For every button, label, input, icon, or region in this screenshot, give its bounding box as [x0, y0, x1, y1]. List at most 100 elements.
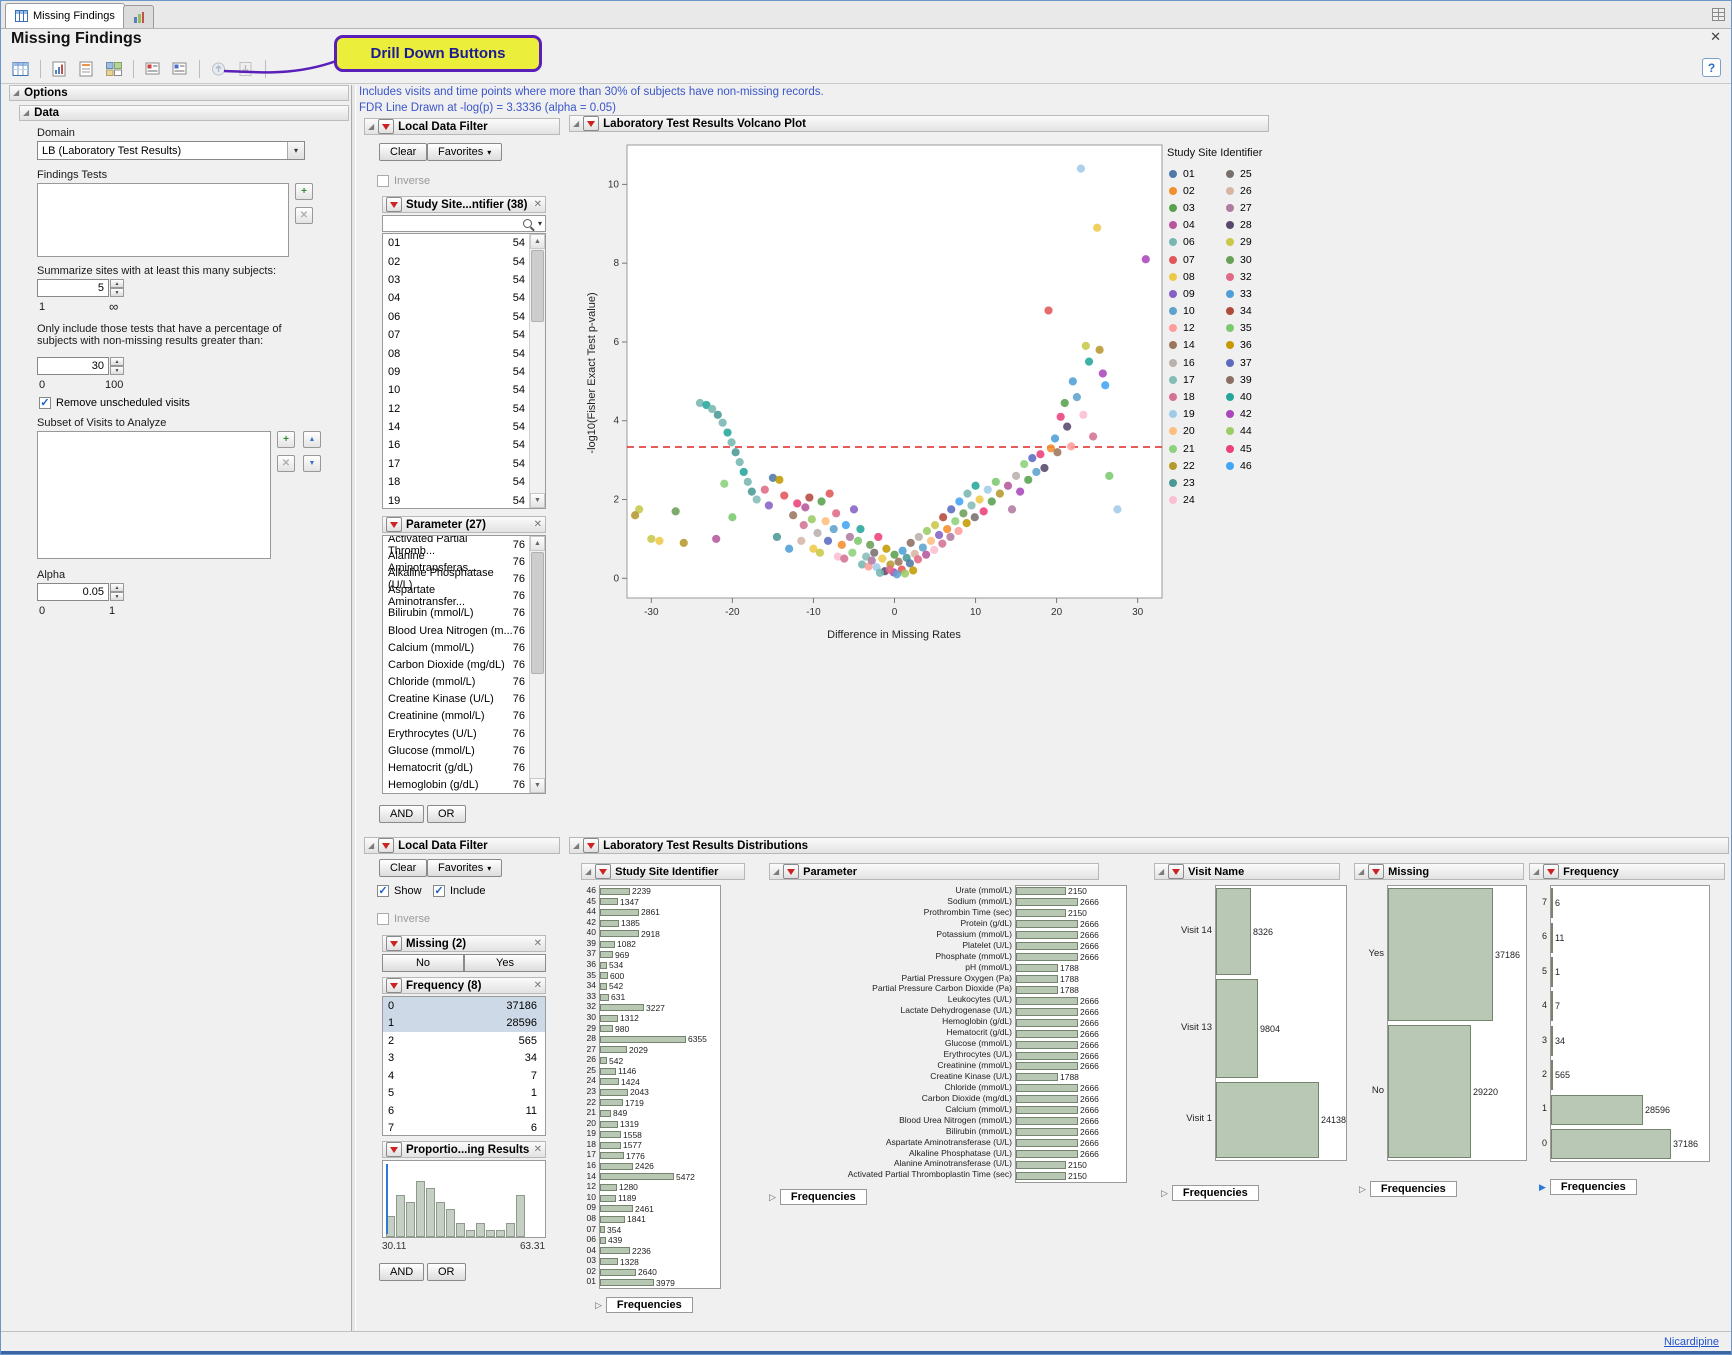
- dist-bar[interactable]: [1016, 953, 1078, 961]
- dist-bar[interactable]: [1016, 1128, 1078, 1136]
- dist-bar[interactable]: [1016, 1117, 1078, 1125]
- scatter-point[interactable]: [907, 539, 915, 547]
- dist-bar[interactable]: [1551, 923, 1553, 953]
- scatter-point[interactable]: [876, 569, 884, 577]
- scatter-point[interactable]: [971, 482, 979, 490]
- dist-bar[interactable]: [600, 983, 607, 990]
- filter-list-item[interactable]: 1654: [383, 436, 545, 454]
- dist-bar[interactable]: [1551, 957, 1553, 987]
- scatter-point[interactable]: [882, 545, 890, 553]
- scatter-point[interactable]: [1079, 411, 1087, 419]
- scroll-thumb[interactable]: [531, 552, 544, 674]
- histogram-bar[interactable]: [416, 1181, 425, 1237]
- scatter-point[interactable]: [800, 521, 808, 529]
- scroll-down-icon[interactable]: ▼: [530, 493, 545, 508]
- legend-item[interactable]: 09: [1169, 285, 1195, 302]
- dist-bar[interactable]: [600, 1184, 617, 1191]
- scatter-point[interactable]: [930, 546, 938, 554]
- percent-stepper[interactable]: 30 ▲▼: [37, 357, 124, 375]
- legend-item[interactable]: 26: [1226, 182, 1252, 199]
- scatter-point[interactable]: [714, 411, 722, 419]
- close-icon[interactable]: ✕: [1710, 29, 1721, 45]
- legend-item[interactable]: 45: [1226, 440, 1252, 457]
- dist-bar[interactable]: [1551, 991, 1553, 1021]
- scatter-point[interactable]: [723, 428, 731, 436]
- site-filter-group-header[interactable]: Study Site...ntifier (38) ✕: [382, 196, 546, 213]
- legend-item[interactable]: 10: [1169, 303, 1195, 320]
- red-triangle-menu-icon[interactable]: [1543, 864, 1559, 879]
- close-icon[interactable]: ✕: [534, 938, 542, 949]
- dist-bar[interactable]: [1551, 1129, 1671, 1159]
- dist-bar[interactable]: [1016, 1008, 1078, 1016]
- dist-bar[interactable]: [1016, 975, 1058, 983]
- spin-up-icon[interactable]: ▲: [110, 583, 124, 592]
- scatter-point[interactable]: [938, 540, 946, 548]
- legend-item[interactable]: 33: [1226, 285, 1252, 302]
- local-data-filter-2-header[interactable]: ◢ Local Data Filter: [364, 837, 560, 854]
- dist-bar[interactable]: [600, 920, 619, 927]
- scatter-point[interactable]: [808, 515, 816, 523]
- legend-item[interactable]: 29: [1226, 234, 1252, 251]
- dist-bar[interactable]: [1551, 1095, 1643, 1125]
- dist-bar[interactable]: [1016, 909, 1066, 917]
- scatter-point[interactable]: [976, 495, 984, 503]
- scatter-point[interactable]: [1101, 381, 1109, 389]
- scatter-point[interactable]: [963, 519, 971, 527]
- tab-chart[interactable]: [123, 5, 154, 28]
- legend-item[interactable]: 37: [1226, 354, 1252, 371]
- missing-no-button[interactable]: No: [382, 954, 464, 972]
- legend-item[interactable]: 42: [1226, 406, 1252, 423]
- filter-list-item[interactable]: 1054: [383, 381, 545, 399]
- red-triangle-menu-icon[interactable]: [583, 838, 599, 853]
- scatter-point[interactable]: [1105, 472, 1113, 480]
- legend-item[interactable]: 25: [1226, 165, 1252, 182]
- show-checkbox[interactable]: ✓ Show: [377, 885, 422, 897]
- scatter-point[interactable]: [708, 405, 716, 413]
- spin-down-icon[interactable]: ▼: [110, 366, 124, 375]
- red-triangle-menu-icon[interactable]: [783, 864, 799, 879]
- param-dist-header[interactable]: ◢ Parameter: [769, 863, 1099, 880]
- dist-bar[interactable]: [1216, 888, 1251, 975]
- dist-bar[interactable]: [1016, 986, 1058, 994]
- legend-item[interactable]: 14: [1169, 337, 1195, 354]
- dist-bar[interactable]: [600, 1195, 616, 1202]
- scatter-point[interactable]: [848, 549, 856, 557]
- scatter-point[interactable]: [728, 513, 736, 521]
- scatter-point[interactable]: [1053, 448, 1061, 456]
- scatter-point[interactable]: [736, 458, 744, 466]
- param-filter-list[interactable]: ▲ ▼ Activated Partial Thromb...76Alanine…: [382, 535, 546, 794]
- disclosure-icon[interactable]: ▷: [1359, 1184, 1366, 1195]
- dist-bar[interactable]: [1016, 1172, 1066, 1180]
- scatter-point[interactable]: [856, 525, 864, 533]
- scatter-point[interactable]: [955, 497, 963, 505]
- remove-unscheduled-checkbox[interactable]: ✓ Remove unscheduled visits: [39, 397, 190, 409]
- filter-list-item[interactable]: 2565: [383, 1032, 545, 1050]
- legend-item[interactable]: 18: [1169, 388, 1195, 405]
- filter-list-item[interactable]: Blood Urea Nitrogen (m...76: [383, 622, 545, 639]
- dist-bar[interactable]: [600, 1099, 623, 1106]
- scroll-up-icon[interactable]: ▲: [530, 234, 545, 249]
- percent-value[interactable]: 30: [37, 357, 109, 375]
- filter-list-item[interactable]: Creatinine (mmol/L)76: [383, 708, 545, 725]
- scatter-point[interactable]: [890, 551, 898, 559]
- and-button[interactable]: AND: [379, 1263, 424, 1281]
- frequency-filter-group-header[interactable]: Frequency (8) ✕: [382, 977, 546, 994]
- scatter-point[interactable]: [785, 545, 793, 553]
- data-table-icon[interactable]: [9, 58, 33, 80]
- scatter-point[interactable]: [1024, 476, 1032, 484]
- site-frequencies-disclosure[interactable]: ▷ Frequencies: [595, 1297, 693, 1313]
- filter-list-item[interactable]: 76: [383, 1120, 545, 1137]
- scatter-point[interactable]: [842, 521, 850, 529]
- dist-bar[interactable]: [600, 1121, 618, 1128]
- filter-list-item[interactable]: Glucose (mmol/L)76: [383, 742, 545, 759]
- scatter-point[interactable]: [680, 539, 688, 547]
- scatter-point[interactable]: [1085, 358, 1093, 366]
- site-filter-list[interactable]: ▲ ▼ 015402540354045406540754085409541054…: [382, 233, 546, 509]
- disclosure-icon[interactable]: ▷: [1161, 1188, 1168, 1199]
- scatter-point[interactable]: [959, 509, 967, 517]
- scatter-point[interactable]: [840, 555, 848, 563]
- filter-list-item[interactable]: 0254: [383, 252, 545, 270]
- filter-list-item[interactable]: 1854: [383, 473, 545, 491]
- legend-item[interactable]: 39: [1226, 371, 1252, 388]
- scatter-point[interactable]: [946, 533, 954, 541]
